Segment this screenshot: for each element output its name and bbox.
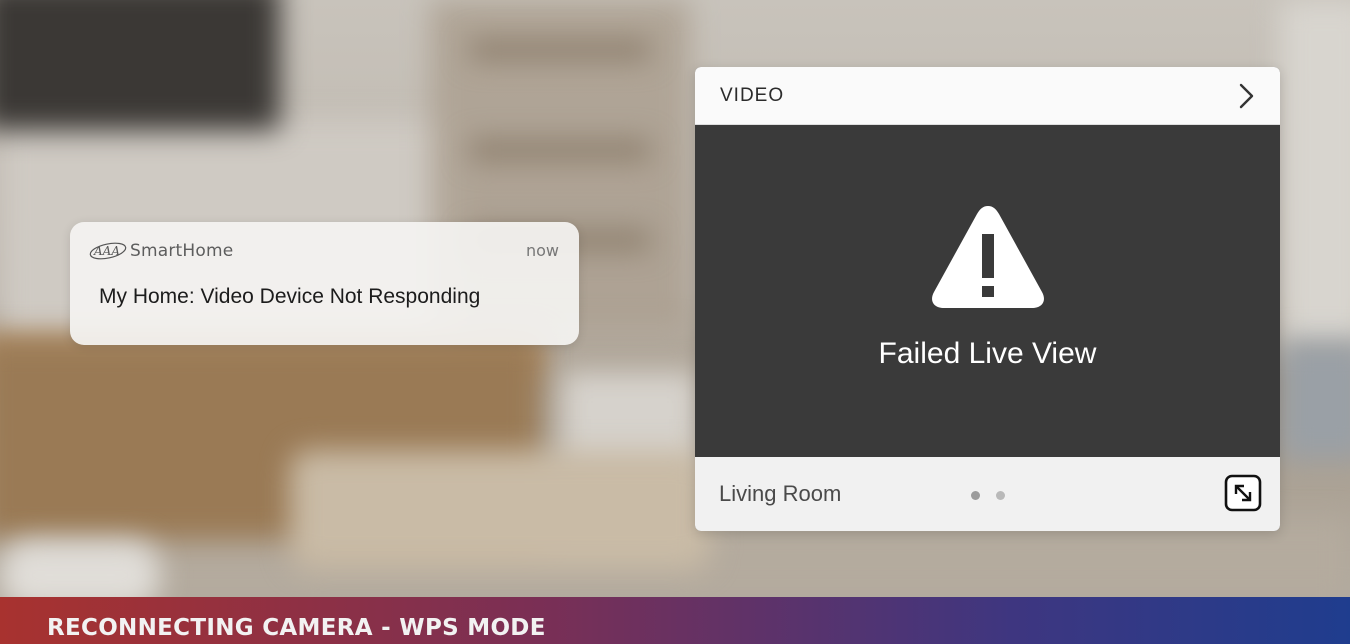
failed-live-view-text: Failed Live View — [878, 337, 1097, 370]
chevron-right-icon[interactable] — [1234, 81, 1258, 111]
tv-background — [0, 0, 280, 130]
video-feed-area[interactable]: Failed Live View — [695, 125, 1280, 457]
page-indicator[interactable] — [971, 491, 1005, 500]
lower-third-banner: RECONNECTING CAMERA - WPS MODE — [0, 597, 1350, 644]
banner-caption: RECONNECTING CAMERA - WPS MODE — [47, 615, 546, 641]
video-card: VIDEO Failed Live View Living Room — [695, 67, 1280, 531]
video-card-footer: Living Room — [695, 457, 1280, 531]
aaa-logo-icon: AAA — [89, 242, 127, 260]
aaa-logo-text: AAA — [93, 244, 120, 258]
notification-time: now — [525, 241, 559, 260]
page-dot-1[interactable] — [971, 491, 980, 500]
expand-icon[interactable] — [1224, 474, 1262, 512]
notification-app-name: SmartHome — [130, 241, 234, 261]
push-notification[interactable]: AAA SmartHome now My Home: Video Device … — [70, 222, 579, 345]
camera-name: Living Room — [719, 481, 842, 506]
warning-triangle-icon — [932, 206, 1044, 308]
notification-message: My Home: Video Device Not Responding — [99, 285, 481, 308]
video-card-header[interactable]: VIDEO — [695, 67, 1280, 125]
page-dot-2[interactable] — [996, 491, 1005, 500]
video-card-title: VIDEO — [720, 85, 785, 106]
notification-app-header: AAA SmartHome — [88, 238, 233, 264]
